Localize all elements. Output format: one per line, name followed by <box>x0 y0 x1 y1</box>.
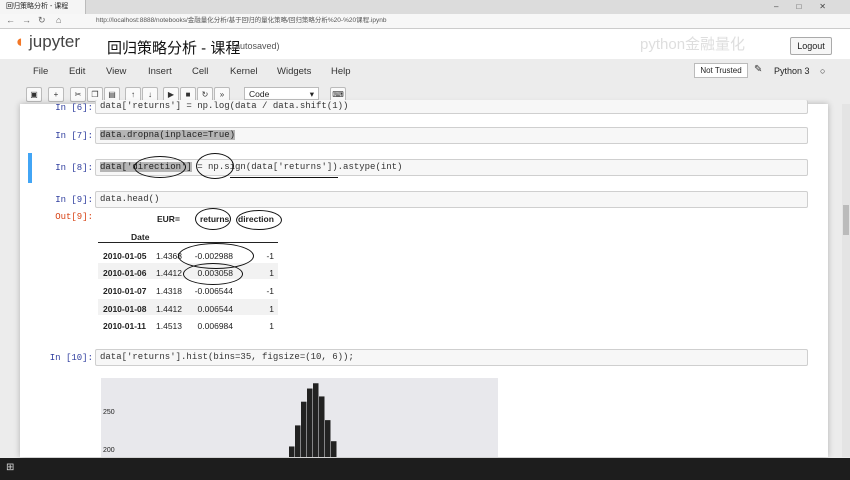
window-controls[interactable]: –□✕ <box>774 0 844 14</box>
histogram-bar <box>313 383 319 457</box>
menu-kernel[interactable]: Kernel <box>230 66 257 77</box>
histogram-bar <box>325 420 331 457</box>
cell-returns: 0.006984 <box>197 321 233 331</box>
menu-help[interactable]: Help <box>331 66 351 77</box>
cell-returns: -0.006544 <box>194 286 233 296</box>
home-icon[interactable]: ⌂ <box>56 15 61 25</box>
table-header-rule <box>98 242 278 243</box>
code-text: data.head() <box>100 194 160 204</box>
cell-eur: 1.4513 <box>156 321 182 331</box>
histogram-bar <box>301 401 307 457</box>
histogram-bar <box>319 396 325 457</box>
menu-edit[interactable]: Edit <box>69 66 85 77</box>
row-date: 2010-01-05 <box>103 251 147 261</box>
start-icon[interactable]: ⊞ <box>6 462 14 473</box>
cell-eur: 1.4412 <box>156 304 182 314</box>
cell-eur: 1.4412 <box>156 268 182 278</box>
index-header-date: Date <box>131 232 150 242</box>
code-text-selected: data.dropna(inplace=True) <box>100 130 236 140</box>
menu-file[interactable]: File <box>33 66 48 77</box>
menu-insert[interactable]: Insert <box>148 66 172 77</box>
code-cell-input[interactable]: data['returns'] = np.log(data / data.shi… <box>95 100 808 114</box>
cell-prompt: In [8]: <box>55 163 93 173</box>
code-text: data['returns'].hist(bins=35, figsize=(1… <box>100 352 354 362</box>
kernel-indicator-icon: ○ <box>820 66 826 76</box>
row-date: 2010-01-11 <box>103 321 147 331</box>
notebook-title[interactable]: 回归策略分析 - 课程 <box>107 37 240 58</box>
add-cell-icon[interactable]: + <box>48 87 64 102</box>
logout-button[interactable]: Logout <box>790 37 832 55</box>
column-header-eur: EUR= <box>157 214 180 224</box>
histogram-bar <box>295 425 301 457</box>
code-cell-input[interactable]: data.head() <box>95 191 808 208</box>
back-icon[interactable]: ← <box>6 15 15 25</box>
trust-button[interactable]: Not Trusted <box>694 63 748 78</box>
cell-direction: 1 <box>269 304 274 314</box>
jupyter-logo-icon: ◖ <box>14 32 25 51</box>
os-taskbar <box>0 458 850 480</box>
row-date: 2010-01-08 <box>103 304 147 314</box>
pen-annotation-circle <box>195 208 231 230</box>
histogram-plot <box>101 378 498 457</box>
save-icon[interactable]: ▣ <box>26 87 42 102</box>
pen-annotation-circle <box>134 156 186 178</box>
cell-eur: 1.4318 <box>156 286 182 296</box>
forward-icon[interactable]: → <box>22 15 31 25</box>
y-tick-label: 200 <box>103 447 115 454</box>
cell-returns: 0.006544 <box>197 304 233 314</box>
histogram-svg <box>289 383 337 457</box>
output-prompt: Out[9]: <box>55 212 93 222</box>
browser-tab[interactable]: 回归策略分析 - 课程 <box>0 0 86 14</box>
histogram-bar <box>289 446 295 457</box>
row-date: 2010-01-07 <box>103 286 147 296</box>
cell-type-value: Code <box>249 89 270 99</box>
edit-pencil-icon[interactable]: ✎ <box>754 64 762 75</box>
histogram-bar <box>331 441 337 457</box>
cell-type-select[interactable]: Code ▾ <box>244 87 319 100</box>
histogram-bar <box>307 388 313 457</box>
browser-tab-bar <box>0 0 850 14</box>
cell-prompt: In [9]: <box>55 195 93 205</box>
row-date: 2010-01-06 <box>103 268 147 278</box>
video-watermark: python金融量化 <box>640 36 746 53</box>
cell-prompt: In [6]: <box>55 103 93 113</box>
url-field[interactable]: http://localhost:8888/notebooks/金融量化分析/基… <box>96 16 596 26</box>
pen-annotation-underline <box>230 177 338 179</box>
menu-widgets[interactable]: Widgets <box>277 66 311 77</box>
menu-view[interactable]: View <box>106 66 126 77</box>
kernel-name[interactable]: Python 3 <box>774 66 810 76</box>
jupyter-logo[interactable]: ◖ jupyter <box>14 32 80 52</box>
logo-text: jupyter <box>29 32 81 51</box>
cell-prompt: In [10]: <box>49 353 93 363</box>
autosave-status: (autosaved) <box>232 41 280 51</box>
cut-icon[interactable]: ✂ <box>70 87 86 102</box>
code-text: data['returns'] = np.log(data / data.shi… <box>100 101 349 111</box>
pen-annotation-circle <box>196 153 234 179</box>
cell-direction: 1 <box>269 321 274 331</box>
pen-annotation-circle <box>236 210 282 230</box>
reload-icon[interactable]: ↻ <box>38 15 46 26</box>
scrollbar[interactable] <box>842 104 850 457</box>
cell-direction: -1 <box>266 286 274 296</box>
y-tick-label: 250 <box>103 409 115 416</box>
pen-annotation-circle <box>183 263 243 285</box>
cell-direction: 1 <box>269 268 274 278</box>
cell-prompt: In [7]: <box>55 131 93 141</box>
code-cell-input[interactable]: data.dropna(inplace=True) <box>95 127 808 144</box>
code-cell-input[interactable]: data['returns'].hist(bins=35, figsize=(1… <box>95 349 808 366</box>
scrollbar-thumb[interactable] <box>843 205 849 235</box>
menu-cell[interactable]: Cell <box>192 66 208 77</box>
